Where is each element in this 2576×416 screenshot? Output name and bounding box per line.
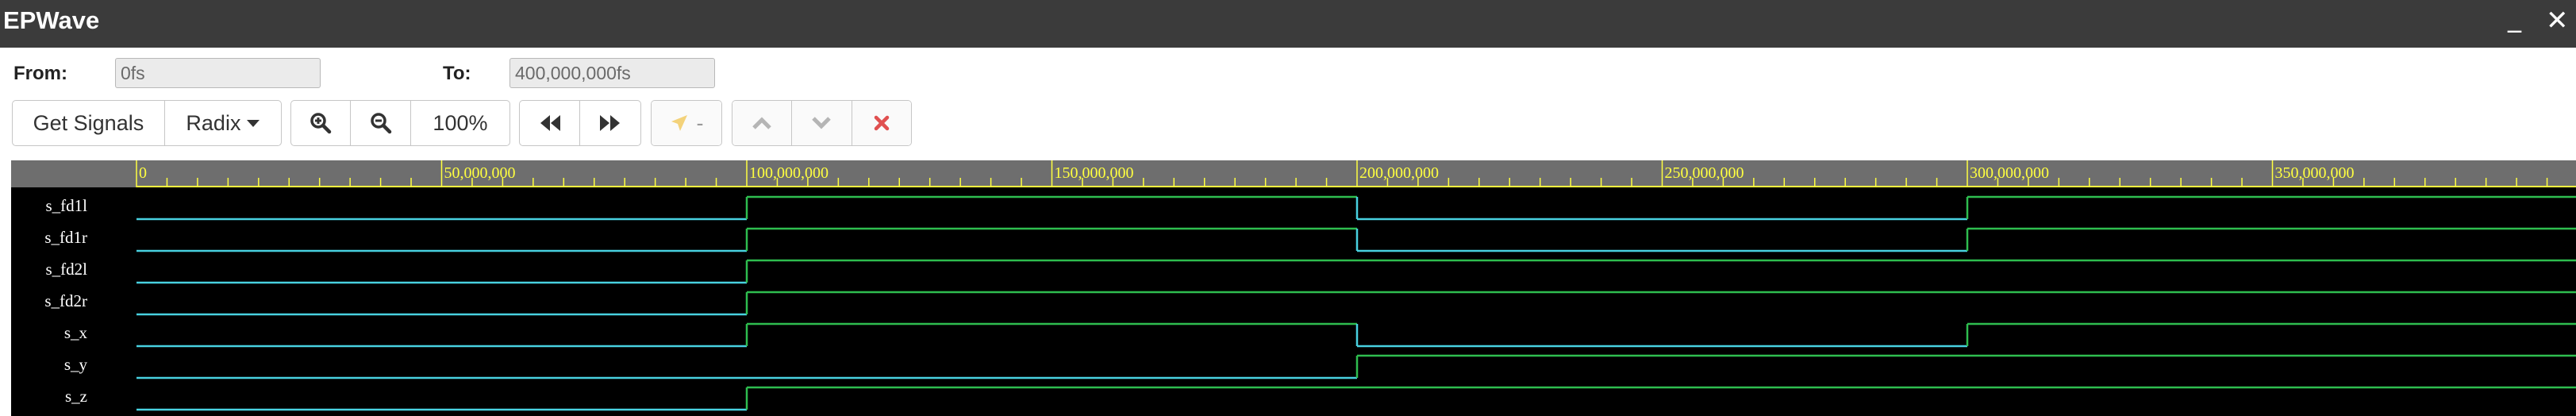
caret-down-icon (247, 119, 260, 127)
app-title: EPWave (3, 6, 100, 34)
zoom-out-icon (370, 113, 391, 134)
fast-forward-button[interactable] (580, 101, 640, 145)
cursor-value: - (696, 110, 704, 135)
zoom-button-group: 100% (290, 100, 510, 146)
timeline-ruler (11, 160, 2576, 187)
minimize-button[interactable]: _ (2508, 2, 2521, 33)
signal-name-s_fd1r: s_fd1r (44, 228, 87, 247)
ruler-tick-label: 300,000,000 (1970, 164, 2049, 182)
move-down-button[interactable] (792, 101, 852, 145)
signal-order-button-group (732, 100, 912, 146)
cursor-arrow-icon (671, 115, 687, 131)
ruler-tick-label: 350,000,000 (2275, 164, 2355, 182)
signal-name-s_x: s_x (64, 323, 88, 342)
to-label: To: (443, 63, 471, 84)
get-signals-button[interactable]: Get Signals (13, 101, 165, 145)
ruler-tick-label: 50,000,000 (444, 164, 516, 182)
ruler-tick-label: 0 (139, 164, 147, 182)
zoom-in-button[interactable] (291, 101, 352, 145)
zoom-level-button[interactable]: 100% (411, 101, 509, 145)
rewind-icon (540, 115, 560, 131)
radix-dropdown[interactable]: Radix (165, 101, 281, 145)
from-label: From: (13, 63, 67, 84)
signals-button-group: Get Signals Radix (12, 100, 282, 146)
ruler-tick-label: 200,000,000 (1359, 164, 1439, 182)
radix-label: Radix (186, 110, 241, 135)
close-button[interactable]: ✕ (2546, 5, 2569, 37)
chevron-up-icon (752, 117, 771, 129)
waveform-canvas: 0 50,000,000 100,000,000 150,000,000 200,000… (11, 160, 2576, 411)
title-bar: EPWave _ ✕ (0, 0, 2576, 48)
chevron-down-icon (812, 117, 832, 129)
navigation-button-group (519, 100, 641, 146)
zoom-out-button[interactable] (351, 101, 411, 145)
ruler-tick-label: 250,000,000 (1665, 164, 1744, 182)
cursor-button[interactable]: - (652, 101, 721, 145)
signal-name-s_z: s_z (65, 387, 87, 406)
zoom-in-icon (310, 113, 332, 134)
from-input[interactable] (115, 58, 321, 88)
signal-name-s_y: s_y (64, 355, 88, 374)
to-input[interactable] (509, 58, 715, 88)
ruler-tick-label: 100,000,000 (749, 164, 829, 182)
cursor-button-group: - (651, 100, 722, 146)
remove-signal-button[interactable] (852, 101, 911, 145)
remove-icon (874, 115, 890, 131)
move-up-button[interactable] (732, 101, 793, 145)
ruler-tick-label: 150,000,000 (1055, 164, 1134, 182)
waveform-viewer[interactable]: 0 50,000,000 100,000,000 150,000,000 200,000… (11, 160, 2576, 416)
signal-name-s_fd1l: s_fd1l (46, 196, 88, 215)
fast-forward-icon (600, 115, 620, 131)
signal-name-s_fd2l: s_fd2l (46, 260, 88, 279)
signal-name-s_fd2r: s_fd2r (44, 291, 87, 310)
rewind-button[interactable] (520, 101, 580, 145)
